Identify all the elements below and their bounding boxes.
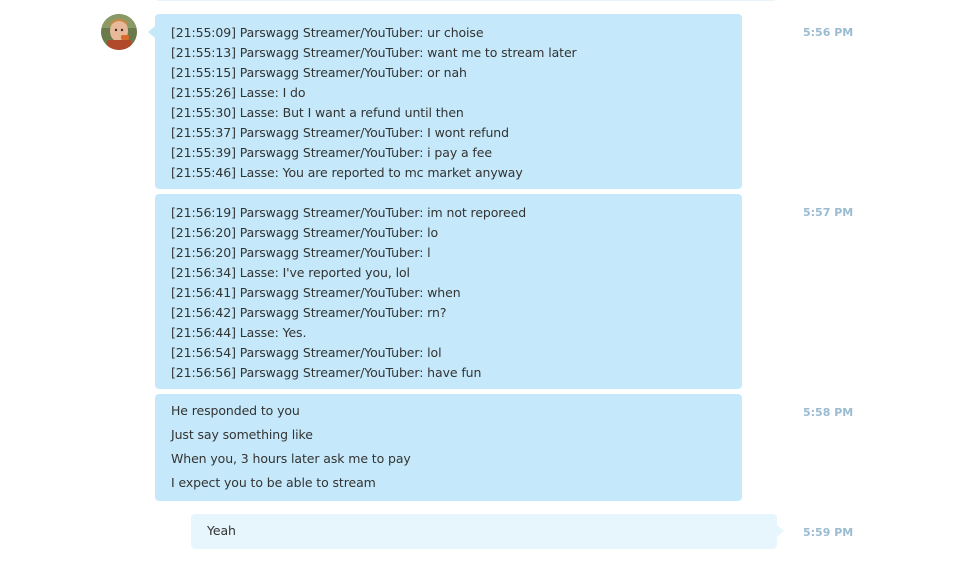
message-line: [21:56:54] Parswagg Streamer/YouTuber: l… [171, 345, 442, 360]
own-message-bubble[interactable]: Yeah [191, 514, 784, 549]
message-bubble[interactable]: [21:56:19] Parswagg Streamer/YouTuber: i… [155, 194, 742, 389]
message-line: [21:56:20] Parswagg Streamer/YouTuber: l [171, 245, 431, 260]
bubble-tail [777, 525, 784, 537]
message-line: [21:55:39] Parswagg Streamer/YouTuber: i… [171, 145, 492, 160]
message-timestamp: 5:58 PM [803, 406, 854, 419]
message-line: [21:55:13] Parswagg Streamer/YouTuber: w… [171, 45, 577, 60]
message-line: [21:55:15] Parswagg Streamer/YouTuber: o… [171, 65, 467, 80]
message-line: When you, 3 hours later ask me to pay [171, 451, 411, 466]
message-line: [21:55:30] Lasse: But I want a refund un… [171, 105, 464, 120]
message-line: [21:55:26] Lasse: I do [171, 85, 306, 100]
previous-message-bubble [155, 0, 777, 1]
message-timestamp: 5:57 PM [803, 206, 854, 219]
message-timestamp: 5:56 PM [803, 26, 854, 39]
message-line: I expect you to be able to stream [171, 475, 376, 490]
message-line: [21:56:34] Lasse: I've reported you, lol [171, 265, 410, 280]
message-timestamp: 5:59 PM [803, 526, 854, 539]
message-bubble[interactable]: [21:55:09] Parswagg Streamer/YouTuber: u… [148, 14, 742, 189]
message-line: [21:55:37] Parswagg Streamer/YouTuber: I… [171, 125, 509, 140]
message-line: Yeah [207, 523, 236, 538]
message-line: [21:56:42] Parswagg Streamer/YouTuber: r… [171, 305, 447, 320]
avatar-photo-icon [101, 14, 137, 50]
message-line: [21:56:19] Parswagg Streamer/YouTuber: i… [171, 205, 527, 220]
message-line: [21:55:09] Parswagg Streamer/YouTuber: u… [171, 25, 484, 40]
message-bubble[interactable]: He responded to you Just say something l… [155, 394, 742, 501]
message-line: Just say something like [171, 427, 313, 442]
message-line: He responded to you [171, 403, 300, 418]
message-line: [21:56:44] Lasse: Yes. [171, 325, 307, 340]
contact-avatar[interactable] [101, 14, 137, 50]
message-line: [21:56:41] Parswagg Streamer/YouTuber: w… [171, 285, 461, 300]
message-line: [21:56:56] Parswagg Streamer/YouTuber: h… [171, 365, 482, 380]
message-line: [21:55:46] Lasse: You are reported to mc… [171, 165, 523, 180]
bubble-tail [148, 26, 155, 38]
message-line: [21:56:20] Parswagg Streamer/YouTuber: l… [171, 225, 439, 240]
